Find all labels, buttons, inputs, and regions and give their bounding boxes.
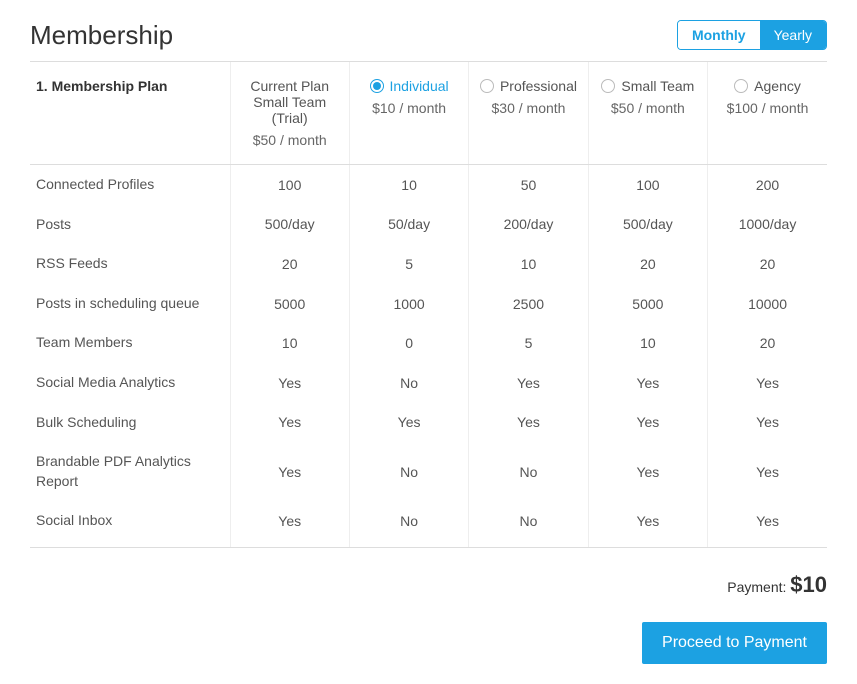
plan-price-individual: $10 / month	[356, 100, 462, 116]
feature-label: Team Members	[30, 323, 230, 363]
radio-icon	[734, 79, 748, 93]
table-row: Brandable PDF Analytics ReportYesNoNoYes…	[30, 442, 827, 501]
feature-value: 10	[588, 323, 707, 363]
feature-value: 10	[230, 323, 349, 363]
feature-value: Yes	[588, 403, 707, 443]
current-plan-price: $50 / month	[237, 132, 343, 148]
feature-label: Social Inbox	[30, 501, 230, 547]
feature-value: 50	[469, 165, 588, 205]
billing-toggle: Monthly Yearly	[677, 20, 827, 50]
table-row: Bulk SchedulingYesYesYesYesYes	[30, 403, 827, 443]
plan-name-small-team: Small Team	[621, 78, 694, 94]
feature-value: Yes	[708, 403, 827, 443]
feature-value: Yes	[588, 442, 707, 501]
payment-summary: Payment: $10	[30, 572, 827, 598]
feature-label: Connected Profiles	[30, 165, 230, 205]
feature-value: 1000	[349, 284, 468, 324]
table-row: Team Members10051020	[30, 323, 827, 363]
feature-value: 5000	[230, 284, 349, 324]
feature-value: 100	[230, 165, 349, 205]
feature-label: RSS Feeds	[30, 244, 230, 284]
feature-value: Yes	[230, 403, 349, 443]
plan-price-agency: $100 / month	[714, 100, 821, 116]
feature-value: Yes	[708, 501, 827, 547]
feature-value: 20	[708, 244, 827, 284]
table-row: RSS Feeds205102020	[30, 244, 827, 284]
table-row: Social Media AnalyticsYesNoYesYesYes	[30, 363, 827, 403]
plan-price-small-team: $50 / month	[595, 100, 701, 116]
feature-value: 500/day	[230, 205, 349, 245]
plan-name-professional: Professional	[500, 78, 577, 94]
feature-value: Yes	[708, 363, 827, 403]
radio-icon	[370, 79, 384, 93]
page-title: Membership	[30, 20, 173, 51]
plan-header-professional[interactable]: Professional $30 / month	[469, 62, 588, 165]
table-row: Posts in scheduling queue500010002500500…	[30, 284, 827, 324]
feature-label: Brandable PDF Analytics Report	[30, 442, 230, 501]
radio-icon	[480, 79, 494, 93]
feature-value: Yes	[230, 442, 349, 501]
feature-value: 500/day	[588, 205, 707, 245]
plan-header-small-team[interactable]: Small Team $50 / month	[588, 62, 707, 165]
table-row: Connected Profiles1001050100200	[30, 165, 827, 205]
plan-name-individual: Individual	[390, 78, 449, 94]
section-label: 1. Membership Plan	[30, 62, 230, 165]
feature-value: 20	[230, 244, 349, 284]
feature-value: 10	[349, 165, 468, 205]
feature-value: Yes	[469, 363, 588, 403]
feature-label: Posts	[30, 205, 230, 245]
feature-value: No	[349, 501, 468, 547]
current-plan-line1: Current Plan	[237, 78, 343, 94]
payment-amount: $10	[790, 572, 827, 597]
table-row: Posts500/day50/day200/day500/day1000/day	[30, 205, 827, 245]
feature-value: Yes	[230, 501, 349, 547]
feature-value: 0	[349, 323, 468, 363]
plan-price-professional: $30 / month	[475, 100, 581, 116]
feature-label: Bulk Scheduling	[30, 403, 230, 443]
feature-value: Yes	[588, 501, 707, 547]
feature-value: Yes	[230, 363, 349, 403]
proceed-to-payment-button[interactable]: Proceed to Payment	[642, 622, 827, 664]
table-row: Social InboxYesNoNoYesYes	[30, 501, 827, 547]
billing-toggle-monthly[interactable]: Monthly	[678, 21, 760, 49]
plan-header-individual[interactable]: Individual $10 / month	[349, 62, 468, 165]
feature-value: 5000	[588, 284, 707, 324]
feature-value: 1000/day	[708, 205, 827, 245]
feature-value: No	[469, 442, 588, 501]
current-plan-line2: Small Team (Trial)	[237, 94, 343, 126]
feature-value: 2500	[469, 284, 588, 324]
feature-value: 10	[469, 244, 588, 284]
plan-header-current: Current Plan Small Team (Trial) $50 / mo…	[230, 62, 349, 165]
plan-table: 1. Membership Plan Current Plan Small Te…	[30, 62, 827, 548]
feature-value: Yes	[469, 403, 588, 443]
radio-icon	[601, 79, 615, 93]
feature-label: Social Media Analytics	[30, 363, 230, 403]
feature-value: 10000	[708, 284, 827, 324]
plan-name-agency: Agency	[754, 78, 801, 94]
feature-value: No	[349, 363, 468, 403]
feature-value: No	[469, 501, 588, 547]
feature-value: 50/day	[349, 205, 468, 245]
billing-toggle-yearly[interactable]: Yearly	[760, 21, 826, 49]
feature-value: 20	[708, 323, 827, 363]
feature-value: 5	[349, 244, 468, 284]
feature-value: Yes	[708, 442, 827, 501]
plan-header-agency[interactable]: Agency $100 / month	[708, 62, 827, 165]
feature-value: Yes	[349, 403, 468, 443]
feature-value: 100	[588, 165, 707, 205]
feature-value: 200	[708, 165, 827, 205]
feature-value: 200/day	[469, 205, 588, 245]
feature-value: 20	[588, 244, 707, 284]
feature-value: 5	[469, 323, 588, 363]
payment-label: Payment:	[727, 579, 786, 595]
feature-label: Posts in scheduling queue	[30, 284, 230, 324]
feature-value: Yes	[588, 363, 707, 403]
feature-value: No	[349, 442, 468, 501]
